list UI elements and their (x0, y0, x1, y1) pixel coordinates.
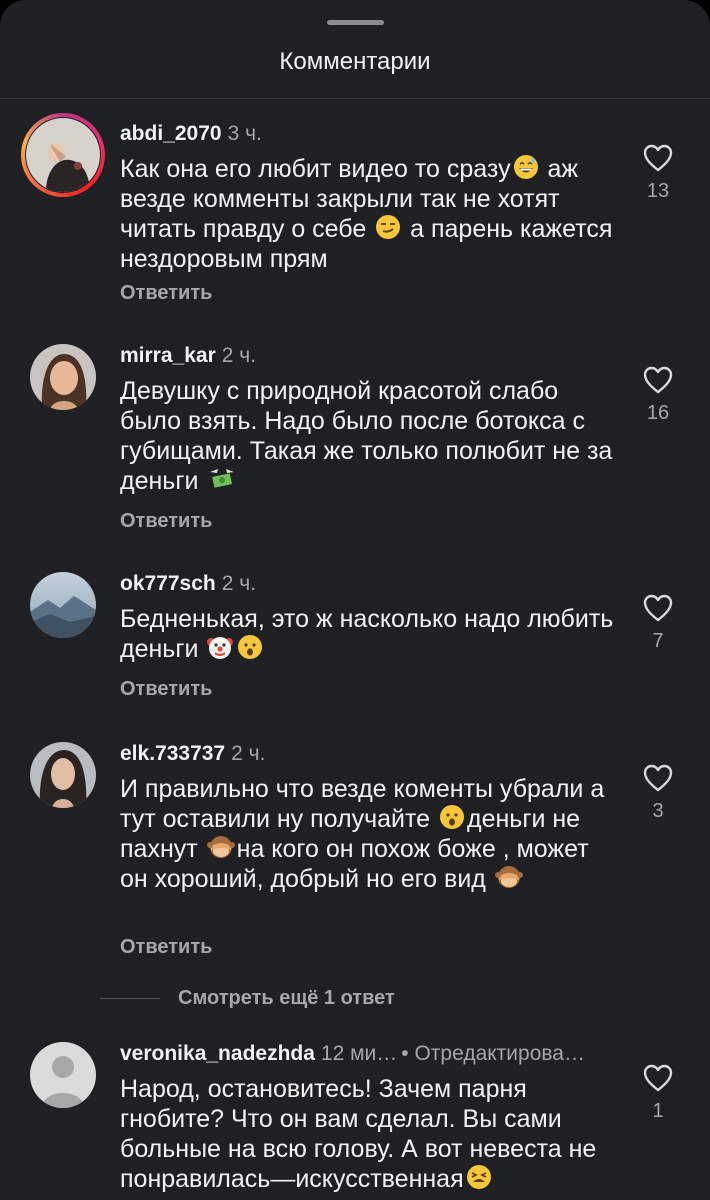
edited-label: • Отредактирова… (401, 1042, 585, 1065)
heart-icon (643, 764, 673, 792)
comment-time: 2 ч. (221, 344, 257, 367)
like-count: 3 (652, 800, 664, 822)
like-button[interactable]: 13 (638, 144, 678, 203)
sheet-title: Комментарии (279, 48, 431, 75)
comment-meta: veronika_nadezhda 12 ми… • Отредактирова… (120, 1042, 585, 1066)
reply-button[interactable]: Ответить (120, 678, 212, 701)
replies-divider-line (100, 997, 160, 999)
clown-face-emoji-icon (207, 634, 234, 660)
hushed-face-emoji-icon (439, 804, 465, 830)
comment-meta: elk.733737 2 ч. (120, 742, 265, 766)
avatar[interactable] (30, 344, 96, 410)
like-button[interactable]: 1 (638, 1064, 678, 1123)
comment-text: Народ, остановитесь! Зачем парня гнобите… (120, 1074, 620, 1194)
comment-username[interactable]: mirra_kar (120, 344, 216, 367)
comment-username[interactable]: elk.733737 (120, 742, 225, 765)
comment-text-part: Народ, остановитесь! Зачем парня гнобите… (120, 1075, 597, 1193)
see-no-evil-monkey-emoji-icon (206, 834, 235, 860)
reply-button[interactable]: Ответить (120, 282, 212, 305)
smirking-face-emoji-icon (375, 214, 401, 240)
header-divider (0, 98, 710, 99)
comment-text: Девушку с природной красотой слабо было … (120, 376, 620, 496)
comment-meta: abdi_2070 3 ч. (120, 122, 262, 146)
hushed-face-emoji-icon (237, 634, 263, 660)
avatar-placeholder[interactable] (30, 1042, 96, 1108)
heart-icon (643, 594, 673, 622)
comment-text-part: Бедненькая, это ж насколько надо любить … (120, 605, 614, 663)
comment-time: 2 ч. (221, 572, 257, 595)
comment-meta: ok777sch 2 ч. (120, 572, 256, 596)
comment-text-part: Как она его любит видео то сразу (120, 155, 511, 183)
comment-text: Бедненькая, это ж насколько надо любить … (120, 604, 620, 664)
avatar[interactable] (30, 742, 96, 808)
sheet-grabber-handle[interactable] (327, 20, 384, 25)
like-count: 16 (646, 402, 670, 424)
view-more-replies-button[interactable]: Смотреть ещё 1 ответ (100, 985, 395, 1011)
reply-button[interactable]: Ответить (120, 936, 212, 959)
tired-face-emoji-icon (466, 1164, 492, 1190)
heart-icon (643, 366, 673, 394)
comment-username[interactable]: veronika_nadezhda (120, 1042, 315, 1065)
reply-button[interactable]: Ответить (120, 510, 212, 533)
comment-text: И правильно что везде коменты убрали а т… (120, 774, 620, 894)
money-with-wings-emoji-icon (207, 466, 237, 492)
like-count: 1 (652, 1100, 664, 1122)
grinning-sweat-emoji-icon (513, 154, 539, 180)
comment-time: 12 ми… (320, 1042, 398, 1065)
comment-meta: mirra_kar 2 ч. (120, 344, 256, 368)
comments-sheet: Комментарии abdi_2070 3 ч. Как она его лю… (0, 0, 710, 1200)
like-count: 13 (646, 180, 670, 202)
like-button[interactable]: 16 (638, 366, 678, 425)
like-button[interactable]: 7 (638, 594, 678, 653)
heart-icon (643, 144, 673, 172)
avatar[interactable] (30, 572, 96, 638)
like-count: 7 (652, 630, 664, 652)
heart-icon (643, 1064, 673, 1092)
like-button[interactable]: 3 (638, 764, 678, 823)
comment-time: 3 ч. (227, 122, 262, 145)
comment-text: Как она его любит видео то сразу аж везд… (120, 154, 620, 274)
comment-username[interactable]: ok777sch (120, 572, 216, 595)
see-no-evil-monkey-emoji-icon (494, 864, 523, 890)
avatar[interactable] (26, 118, 100, 192)
comment-username[interactable]: abdi_2070 (120, 122, 222, 145)
view-more-replies-label: Смотреть ещё 1 ответ (178, 986, 395, 1009)
comment-text-part: Девушку с природной красотой слабо было … (120, 377, 613, 495)
comment-time: 2 ч. (231, 742, 266, 765)
